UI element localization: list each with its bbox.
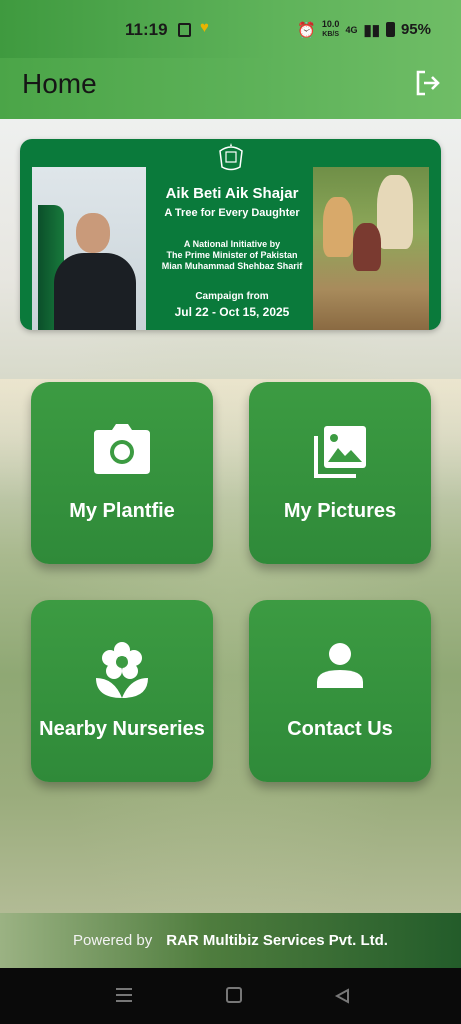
- status-indicators: ⏰ 10.0 KB/S 4G ▮▮ 95%: [297, 20, 431, 39]
- person-icon: [317, 643, 363, 688]
- logout-icon[interactable]: [413, 68, 443, 98]
- network-speed: 10.0 KB/S: [322, 20, 340, 39]
- gallery-icon: [314, 426, 366, 478]
- campaign-banner[interactable]: Aik Beti Aik Shajar A Tree for Every Dau…: [20, 139, 441, 330]
- battery-percent: 95%: [400, 21, 431, 38]
- tile-my-plantfie[interactable]: My Plantfie: [31, 382, 213, 564]
- tile-label: My Plantfie: [69, 500, 175, 522]
- pm-head: [76, 213, 110, 253]
- tile-label: Nearby Nurseries: [39, 718, 205, 740]
- network-speed-value: 10.0: [321, 19, 340, 29]
- family-father: [377, 175, 413, 249]
- network-speed-unit: KB/S: [322, 31, 340, 38]
- alarm-icon: ⏰: [297, 21, 316, 39]
- tile-label: My Pictures: [283, 500, 397, 522]
- banner-title: Aik Beti Aik Shajar: [165, 185, 299, 202]
- footer-company-name: RAR Multibiz Services Pvt. Ltd.: [166, 932, 388, 949]
- footer: Powered by RAR Multibiz Services Pvt. Lt…: [0, 913, 461, 968]
- tile-contact-us[interactable]: Contact Us: [249, 600, 431, 782]
- recent-apps-icon[interactable]: [116, 988, 132, 1002]
- banner-pm-title-line: The Prime Minister of Pakistan: [166, 250, 298, 260]
- banner-campaign-label: Campaign from: [195, 291, 269, 302]
- flower-icon: [96, 642, 148, 698]
- banner-pm-name-line: Mian Muhammad Shehbaz Sharif: [161, 261, 303, 271]
- notification-app-icon: [178, 23, 191, 37]
- notification-heart-icon: ♥: [200, 19, 209, 36]
- home-nav-icon[interactable]: [226, 987, 242, 1003]
- tile-nearby-nurseries[interactable]: Nearby Nurseries: [31, 600, 213, 782]
- battery-icon: [385, 22, 395, 37]
- pm-body: [54, 253, 136, 330]
- banner-subtitle: A Tree for Every Daughter: [164, 207, 300, 219]
- signal-icon: ▮▮: [363, 21, 380, 39]
- state-emblem-icon: [219, 143, 243, 171]
- system-navigation-bar: [0, 968, 461, 1024]
- family-mother: [323, 197, 353, 257]
- banner-initiative-line: A National Initiative by: [183, 239, 281, 249]
- family-planting-photo: [313, 167, 429, 330]
- status-bar: 11:19 ♥ ⏰ 10.0 KB/S 4G ▮▮ 95%: [0, 0, 461, 58]
- camera-icon: [94, 424, 150, 474]
- status-time: 11:19: [125, 20, 168, 39]
- banner-campaign-dates: Jul 22 - Oct 15, 2025: [174, 305, 290, 319]
- tile-label: Contact Us: [287, 718, 393, 740]
- page-title: Home: [22, 68, 97, 99]
- signal-label: 4G: [345, 24, 358, 35]
- family-daughter: [353, 223, 381, 271]
- back-nav-icon[interactable]: [334, 988, 350, 1004]
- tile-my-pictures[interactable]: My Pictures: [249, 382, 431, 564]
- prime-minister-photo: [32, 167, 146, 330]
- app-bar: Home: [0, 58, 461, 119]
- home-content: Aik Beti Aik Shajar A Tree for Every Dau…: [0, 119, 461, 913]
- footer-powered-by: Powered by: [73, 932, 153, 949]
